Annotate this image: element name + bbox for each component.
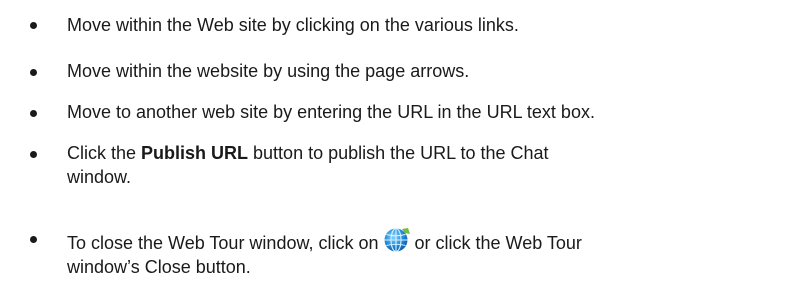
bullet [30, 22, 37, 29]
list-item-text: Move within the website by using the pag… [67, 61, 470, 81]
bullet [30, 110, 37, 117]
text-line2: window. [67, 167, 132, 187]
bullet [30, 69, 37, 76]
list-item-text: To close the Web Tour window, click on o… [67, 227, 782, 279]
list-item-text: Click the Publish URL button to publish … [67, 141, 782, 189]
text-prefix: Click the [67, 143, 142, 163]
text-prefix: To close the Web Tour window, click on [67, 233, 379, 253]
web-tour-globe-icon [383, 227, 411, 253]
text-suffix: or click the Web Tour [414, 233, 582, 253]
bullet [30, 151, 37, 158]
publish-url-label: Publish URL [141, 143, 249, 163]
bullet [30, 236, 37, 243]
list-item-text: Move to another web site by entering the… [67, 102, 595, 122]
text-line2: window’s Close button. [67, 257, 251, 277]
text-suffix: button to publish the URL to the Chat [248, 143, 549, 163]
list-item-text: Move within the Web site by clicking on … [67, 15, 519, 35]
